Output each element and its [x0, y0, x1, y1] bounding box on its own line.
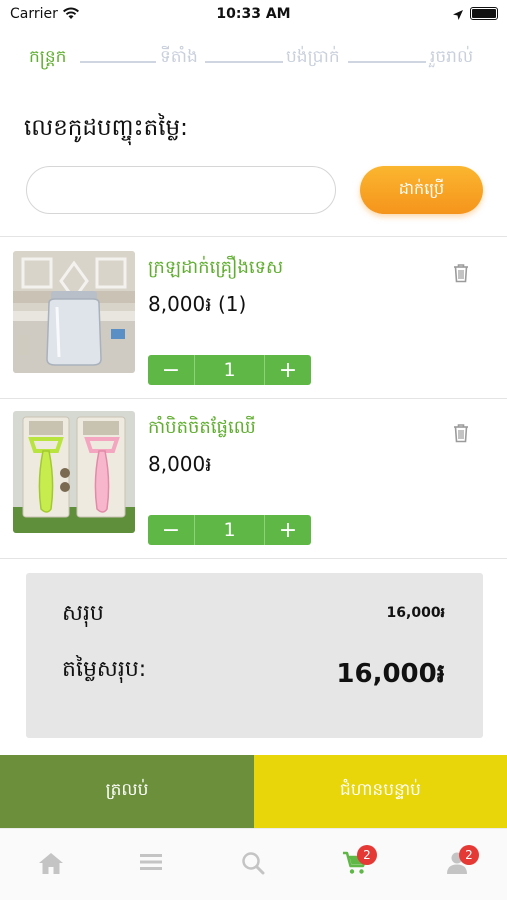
status-time: 10:33 AM	[216, 6, 291, 22]
quantity-stepper: − 1 +	[148, 515, 313, 545]
tab-home[interactable]	[31, 851, 71, 891]
search-icon	[242, 852, 265, 875]
subtotal-value: 16,000៛	[386, 605, 445, 621]
battery-icon	[470, 7, 498, 20]
step-connector	[80, 61, 156, 63]
product-name[interactable]: កាំបិតចិតផ្លែឈើ	[148, 415, 256, 442]
step-connector	[348, 61, 426, 63]
tab-search[interactable]	[233, 851, 273, 891]
decrease-quantity-button[interactable]: −	[148, 515, 194, 545]
tab-bar: 2 2	[0, 828, 507, 900]
step-connector	[205, 61, 283, 63]
order-summary: សរុប 16,000៛ តម្លៃសរុប: 16,000៛	[26, 573, 483, 738]
quantity-value: 1	[194, 515, 265, 545]
total-label: តម្លៃសរុប:	[62, 657, 147, 682]
cart-badge: 2	[357, 845, 377, 865]
next-step-button[interactable]: ជំហានបន្ទាប់	[254, 755, 507, 828]
step-payment: បង់ប្រាក់	[286, 47, 340, 67]
step-cart: កន្ត្រក	[29, 47, 67, 67]
home-icon	[39, 853, 63, 874]
increase-quantity-button[interactable]: +	[265, 355, 311, 385]
quantity-stepper: − 1 +	[148, 355, 313, 385]
divider	[0, 558, 507, 559]
cart-item: ក្រឡដាក់គ្រឿងទេស 8,000៛ (1) − 1 +	[0, 251, 507, 411]
checkout-steps: កន្ត្រក ទីតាំង បង់ប្រាក់ រួចរាល់	[0, 46, 507, 76]
profile-badge: 2	[459, 845, 479, 865]
coupon-input[interactable]	[26, 166, 336, 214]
action-bar: ត្រលប់ ជំហានបន្ទាប់	[0, 755, 507, 828]
step-done: រួចរាល់	[430, 47, 474, 67]
product-price: 8,000៛	[148, 452, 212, 476]
trash-icon[interactable]	[452, 263, 470, 287]
subtotal-label: សរុប	[62, 601, 104, 626]
step-location: ទីតាំង	[160, 47, 198, 67]
decrease-quantity-button[interactable]: −	[148, 355, 194, 385]
divider	[0, 236, 507, 237]
tab-cart[interactable]: 2	[335, 845, 377, 891]
tab-menu[interactable]	[131, 851, 171, 891]
quantity-value: 1	[194, 355, 265, 385]
cart-item: កាំបិតចិតផ្លែឈើ 8,000៛ − 1 +	[0, 411, 507, 571]
status-bar: Carrier 10:33 AM	[0, 0, 507, 28]
coupon-label: លេខកូដបញ្ចុះតម្លៃ:	[24, 115, 188, 141]
increase-quantity-button[interactable]: +	[265, 515, 311, 545]
back-button[interactable]: ត្រលប់	[0, 755, 254, 828]
fruit-peeler-photo	[13, 411, 135, 533]
apply-coupon-button[interactable]: ដាក់ប្រើ	[360, 166, 483, 214]
tab-profile[interactable]: 2	[437, 845, 479, 891]
divider	[0, 398, 507, 399]
menu-icon	[140, 854, 162, 870]
glass-jar-photo	[13, 251, 135, 373]
product-name[interactable]: ក្រឡដាក់គ្រឿងទេស	[148, 255, 283, 282]
location-arrow-icon	[452, 6, 464, 25]
product-price: 8,000៛ (1)	[148, 292, 247, 316]
total-value: 16,000៛	[336, 659, 445, 689]
trash-icon[interactable]	[452, 423, 470, 447]
